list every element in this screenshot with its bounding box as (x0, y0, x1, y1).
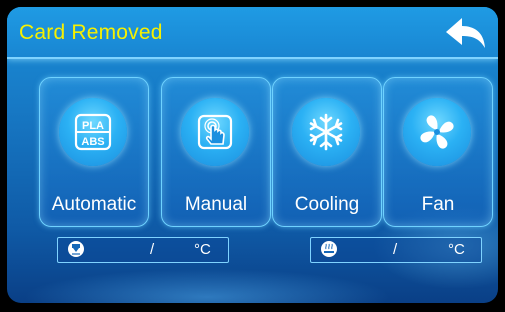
manual-label: Manual (184, 194, 248, 215)
automatic-mode-button[interactable]: PLA ABS Automatic (39, 77, 149, 227)
fan-icon (420, 115, 454, 149)
heated-bed-icon (321, 241, 337, 257)
fan-label: Fan (421, 194, 455, 215)
back-arrow-icon (446, 18, 485, 48)
snowflake-icon (309, 113, 343, 151)
bed-temperature-field: / °C (310, 237, 482, 263)
automatic-label: Automatic (51, 194, 137, 215)
status-text: Card Removed (19, 21, 163, 44)
back-button[interactable] (442, 15, 488, 51)
manual-mode-button[interactable]: Manual (161, 77, 271, 227)
bed-temp-value: / (393, 241, 398, 258)
svg-text:PLA: PLA (82, 120, 104, 132)
nozzle-temp-value: / (150, 241, 155, 258)
svg-text:ABS: ABS (81, 136, 104, 148)
nozzle-temp-unit: °C (194, 241, 211, 258)
fan-icon-circle (403, 98, 471, 166)
manual-icon-circle (181, 98, 249, 166)
pla-abs-icon: PLA ABS (74, 113, 112, 151)
bed-temp-unit: °C (448, 241, 465, 258)
cooling-mode-button[interactable]: Cooling (272, 77, 382, 227)
cooling-label: Cooling (294, 194, 360, 215)
nozzle-icon (68, 241, 84, 257)
cooling-icon-circle (292, 98, 360, 166)
automatic-icon-circle: PLA ABS (59, 98, 127, 166)
fan-mode-button[interactable]: Fan (383, 77, 493, 227)
nozzle-temperature-field: / °C (57, 237, 229, 263)
touch-hand-icon (197, 114, 233, 150)
header-bar: Card Removed (7, 7, 498, 59)
touch-screen: Card Removed PLA ABS Automatic Manual Co… (7, 7, 498, 303)
